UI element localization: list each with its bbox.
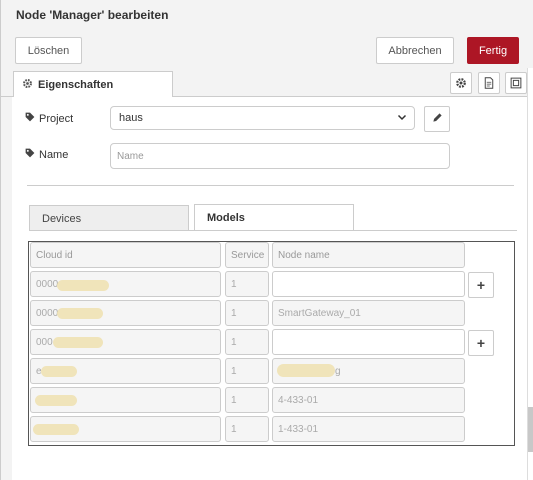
done-button[interactable]: Fertig <box>467 37 519 64</box>
tag-icon <box>25 112 35 125</box>
chevron-down-icon <box>397 112 407 125</box>
add-node-button[interactable]: + <box>468 330 494 356</box>
redaction <box>57 308 103 319</box>
divider <box>27 185 514 186</box>
service-cell: 1 <box>225 416 269 442</box>
gear-icon <box>22 78 33 92</box>
redaction <box>41 366 77 377</box>
node-name-input[interactable] <box>272 271 465 297</box>
tab-devices[interactable]: Devices <box>29 205 189 231</box>
tab-properties[interactable]: Eigenschaften <box>13 71 173 98</box>
models-table: Cloud id Service Node name 0000 1 + 0000… <box>28 241 515 446</box>
plus-icon: + <box>476 277 486 293</box>
service-cell: 1 <box>225 271 269 297</box>
header-cloud-id: Cloud id <box>30 242 221 268</box>
redaction <box>57 280 109 291</box>
service-cell: 1 <box>225 329 269 355</box>
edit-project-button[interactable] <box>424 106 450 132</box>
properties-panel: Project haus Name Name Devices Models Cl… <box>12 97 528 480</box>
plus-icon: + <box>476 335 486 351</box>
cancel-button[interactable]: Abbrechen <box>376 37 454 64</box>
tag-icon <box>25 148 35 161</box>
redaction <box>53 337 103 348</box>
project-select[interactable]: haus <box>110 106 415 130</box>
service-cell: 1 <box>225 300 269 326</box>
tab-models[interactable]: Models <box>194 204 354 231</box>
tab-properties-label: Eigenschaften <box>38 79 114 91</box>
service-cell: 1 <box>225 358 269 384</box>
node-name-cell: SmartGateway_01 <box>272 300 465 326</box>
dialog-toolbar: Löschen Abbrechen Fertig <box>1 32 533 68</box>
node-name-input[interactable] <box>272 329 465 355</box>
redaction <box>35 395 77 406</box>
dialog-title: Node 'Manager' bearbeiten <box>1 0 533 32</box>
tab-bar: Eigenschaften <box>1 68 533 98</box>
edit-tray: Node 'Manager' bearbeiten Löschen Abbrec… <box>0 0 533 480</box>
service-cell: 1 <box>225 387 269 413</box>
node-name-cell: 4-433-01 <box>272 387 465 413</box>
name-label: Name <box>25 148 68 161</box>
add-node-button[interactable]: + <box>468 272 494 298</box>
header-service: Service <box>225 242 269 268</box>
gear-icon[interactable] <box>450 72 472 94</box>
redaction <box>33 424 79 435</box>
delete-button[interactable]: Löschen <box>15 37 82 64</box>
project-label-text: Project <box>39 112 74 125</box>
redaction <box>277 364 335 377</box>
node-name-cell: 1-433-01 <box>272 416 465 442</box>
appearance-icon[interactable] <box>505 72 527 94</box>
name-label-text: Name <box>39 148 69 161</box>
description-icon[interactable] <box>478 72 500 94</box>
project-select-value: haus <box>119 112 143 124</box>
header-node-name: Node name <box>272 242 465 268</box>
project-label: Project <box>25 112 73 125</box>
name-input[interactable]: Name <box>110 143 450 169</box>
subtab-line <box>29 230 517 231</box>
scrollbar-thumb[interactable] <box>528 407 533 452</box>
pencil-icon <box>432 112 443 126</box>
